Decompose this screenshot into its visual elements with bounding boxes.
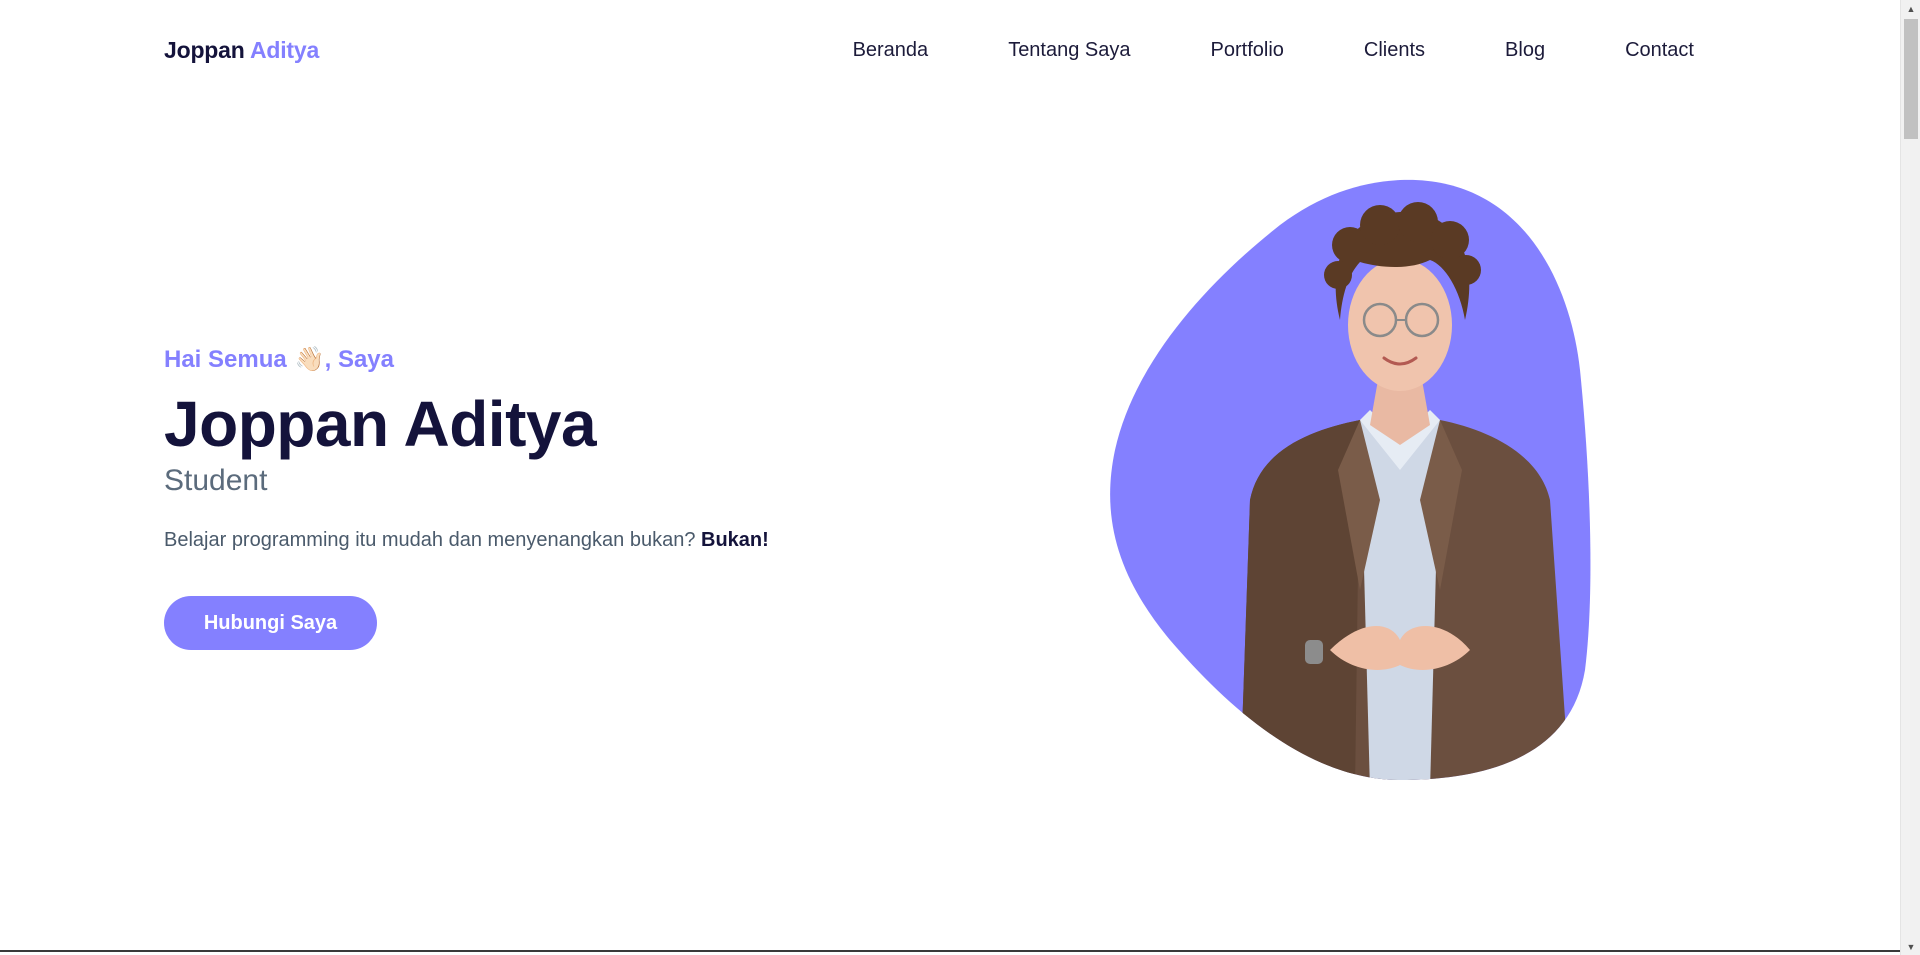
navbar: Joppan Aditya Beranda Tentang Saya Portf… <box>164 30 1694 70</box>
scrollbar-thumb[interactable] <box>1904 19 1918 139</box>
nav-link-portfolio[interactable]: Portfolio <box>1211 39 1284 62</box>
hero-description-text: Belajar programming itu mudah dan menyen… <box>164 529 696 551</box>
waving-hand-icon: 👋🏻 <box>294 346 325 373</box>
nav-link-blog[interactable]: Blog <box>1505 39 1545 62</box>
nav-links: Beranda Tentang Saya Portfolio Clients B… <box>853 39 1694 62</box>
nav-link-beranda[interactable]: Beranda <box>853 39 929 62</box>
hero-role: Student <box>164 464 268 497</box>
nav-link-clients[interactable]: Clients <box>1364 39 1425 62</box>
greeting-text: Hai Semua <box>164 346 287 373</box>
scroll-up-arrow-icon[interactable]: ▲ <box>1901 0 1920 17</box>
bottom-edge <box>0 950 1900 952</box>
greeting-suffix: , Saya <box>324 346 394 373</box>
hero-description-emphasis: Bukan! <box>701 529 769 551</box>
hero-portrait <box>1100 170 1620 790</box>
nav-link-tentang-saya[interactable]: Tentang Saya <box>1008 39 1130 62</box>
brand-logo[interactable]: Joppan Aditya <box>164 37 319 64</box>
vertical-scrollbar[interactable]: ▲ ▼ <box>1900 0 1920 955</box>
hero-description: Belajar programming itu mudah dan menyen… <box>164 529 924 552</box>
scroll-down-arrow-icon[interactable]: ▼ <box>1901 938 1920 955</box>
nav-link-contact[interactable]: Contact <box>1625 39 1694 62</box>
brand-first-name: Joppan <box>164 36 245 63</box>
brand-last-name: Aditya <box>249 36 320 63</box>
contact-me-button[interactable]: Hubungi Saya <box>164 596 377 650</box>
hero-section: Hai Semua 👋🏻 , Saya Joppan Aditya Studen… <box>164 342 924 650</box>
hero-greeting: Hai Semua 👋🏻 , Saya <box>164 342 924 378</box>
hero-name: Joppan Aditya <box>164 388 597 460</box>
page: Joppan Aditya Beranda Tentang Saya Portf… <box>0 0 1900 952</box>
portrait-illustration <box>1110 179 1591 780</box>
